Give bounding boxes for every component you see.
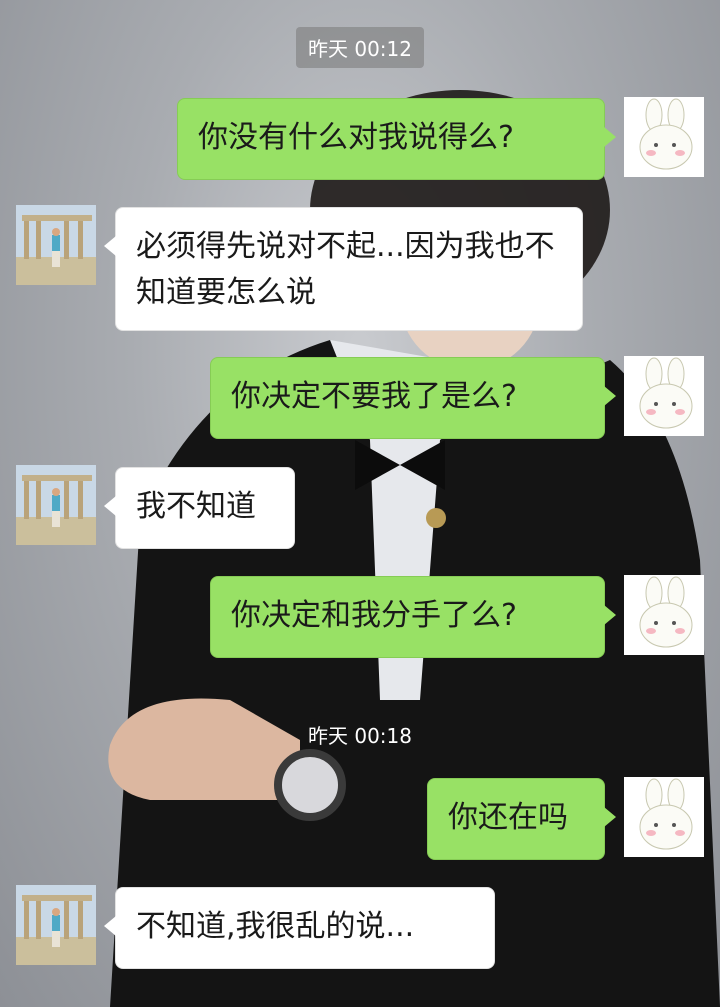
message-bubble-incoming[interactable]: 我不知道: [104, 467, 295, 549]
message-text: 你还在吗: [448, 800, 568, 835]
message-bubble-outgoing[interactable]: 你决定和我分手了么?: [210, 576, 616, 658]
message-text: 你决定和我分手了么?: [231, 598, 517, 633]
bunny-avatar-icon: [624, 356, 704, 436]
ruins-photo-avatar: [16, 885, 96, 965]
bunny-avatar-icon: [624, 97, 704, 177]
message-text: 我不知道: [136, 489, 256, 524]
message-bubble-outgoing[interactable]: 你还在吗: [427, 778, 616, 860]
contact-avatar[interactable]: [16, 465, 96, 545]
message-bubble-outgoing[interactable]: 你决定不要我了是么?: [210, 357, 616, 439]
message-bubble-incoming[interactable]: 不知道,我很乱的说...: [104, 887, 495, 969]
bunny-avatar-icon: [624, 575, 704, 655]
self-avatar[interactable]: [624, 777, 704, 857]
contact-avatar[interactable]: [16, 205, 96, 285]
message-text: 你决定不要我了是么?: [231, 379, 517, 414]
timestamp-0018: 昨天 00:18: [308, 724, 412, 748]
ruins-photo-avatar: [16, 465, 96, 545]
message-bubble-incoming[interactable]: 必须得先说对不起...因为我也不知道要怎么说: [104, 207, 583, 331]
bunny-avatar-icon: [624, 777, 704, 857]
contact-avatar[interactable]: [16, 885, 96, 965]
self-avatar[interactable]: [624, 575, 704, 655]
message-bubble-outgoing[interactable]: 你没有什么对我说得么?: [177, 98, 616, 180]
self-avatar[interactable]: [624, 356, 704, 436]
message-text: 必须得先说对不起...因为我也不知道要怎么说: [136, 229, 555, 310]
ruins-photo-avatar: [16, 205, 96, 285]
message-text: 你没有什么对我说得么?: [198, 120, 514, 155]
message-text: 不知道,我很乱的说...: [136, 909, 415, 944]
self-avatar[interactable]: [624, 97, 704, 177]
timestamp-0012: 昨天 00:12: [296, 27, 424, 68]
